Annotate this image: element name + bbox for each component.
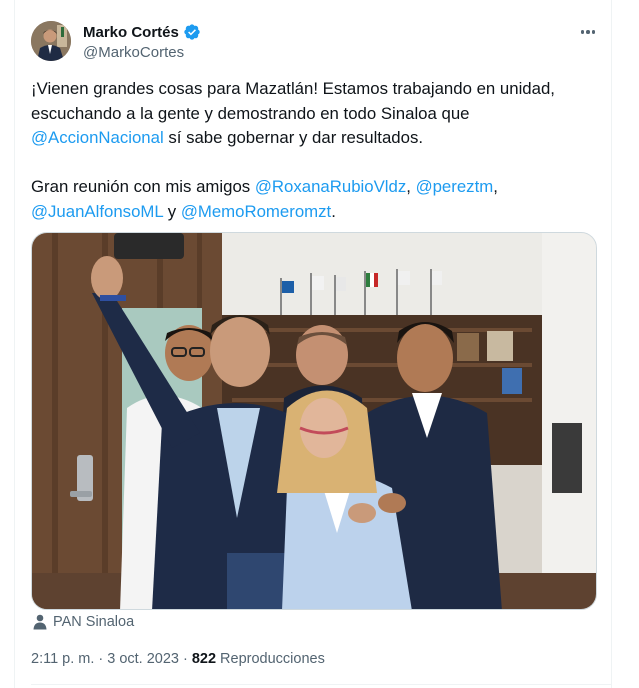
more-options-button[interactable] (578, 25, 598, 39)
divider (31, 684, 611, 685)
mention-accionnacional[interactable]: @AccionNacional (31, 128, 164, 147)
tweet-text-segment: , (493, 177, 498, 196)
tweet-text-segment: escuchando a la gente y demostrando en t… (31, 103, 470, 123)
tweet-text-segment: y (163, 201, 181, 221)
tweet-photo[interactable] (31, 232, 597, 610)
meta-separator: · (183, 651, 188, 667)
more-dot-icon (591, 30, 596, 34)
tweet-line: @AccionNacional sí sabe gobernar y dar r… (31, 126, 591, 151)
author-avatar[interactable] (31, 21, 71, 61)
person-icon (33, 614, 47, 630)
tweet-text-segment: ¡Vienen grandes cosas para Mazatlán! Est… (31, 79, 555, 98)
tweet-time[interactable]: 2:11 p. m. (31, 651, 94, 667)
mention-memoromeromzt[interactable]: @MemoRomeromzt (181, 202, 331, 221)
media-tag[interactable]: PAN Sinaloa (33, 614, 134, 630)
views-count: 822 (191, 651, 217, 667)
tweet-text-segment: Gran reunión con mis amigos (31, 177, 255, 196)
media-tag-label[interactable]: PAN Sinaloa (53, 614, 134, 630)
tweet-text-segment: sí sabe gobernar y dar resultados. (163, 128, 424, 147)
tweet-line: @JuanAlfonsoML y @MemoRomeromzt. (31, 200, 591, 225)
tweet-line: Gran reunión con mis amigos @RoxanaRubio… (31, 175, 591, 200)
mention-roxanarubiovldz[interactable]: @RoxanaRubioVldz (255, 177, 406, 196)
tweet-text-segment: , (406, 177, 416, 196)
meta-separator: · (98, 651, 104, 667)
tweet-text-segment: . (331, 201, 336, 221)
author-name[interactable]: Marko Cortés (83, 24, 179, 41)
tweet-line: ¡Vienen grandes cosas para Mazatlán! Est… (31, 77, 591, 102)
more-dot-icon (580, 30, 585, 34)
group-selfie-image (32, 233, 596, 609)
author-handle[interactable]: @MarkoCortes (83, 44, 184, 61)
author-name-row[interactable]: Marko Cortés (83, 23, 201, 41)
tweet-date[interactable]: 3 oct. 2023 (107, 651, 179, 667)
mention-juanalfonsoml[interactable]: @JuanAlfonsoML (31, 202, 163, 221)
tweet-meta: 2:11 p. m. · 3 oct. 2023 · 822 Reproducc… (31, 651, 325, 667)
more-dot-icon (586, 30, 590, 34)
views-label: Reproducciones (220, 651, 325, 667)
tweet-text: ¡Vienen grandes cosas para Mazatlán! Est… (31, 77, 591, 224)
verified-badge-icon (184, 24, 200, 40)
mention-pereztm[interactable]: @pereztm (416, 177, 494, 196)
tweet-line: escuchando a la gente y demostrando en t… (31, 102, 591, 127)
